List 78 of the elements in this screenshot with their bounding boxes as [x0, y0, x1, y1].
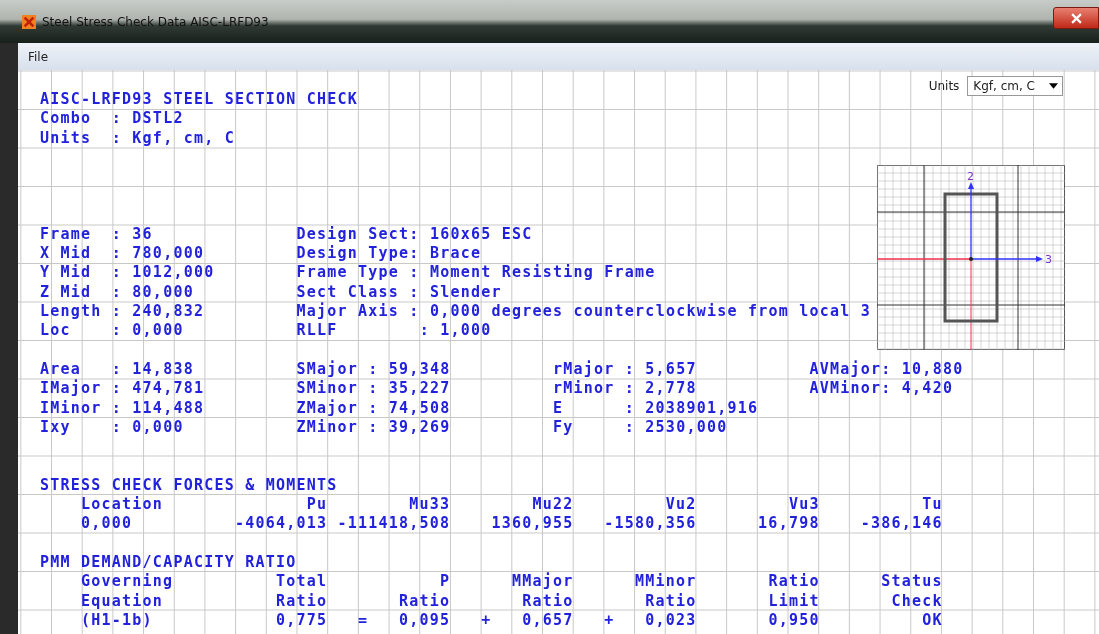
column-header: P: [440, 572, 451, 592]
column-header: Ratio: [399, 591, 451, 611]
report-field: Loc : 0,000: [40, 321, 297, 341]
caret-icon: [1049, 83, 1058, 89]
table-cell: 1360,955: [491, 514, 574, 534]
report-field: Design Type: Brace: [296, 244, 553, 264]
report-field: IMinor : 114,488: [40, 398, 297, 418]
table-cell: 0,095: [399, 610, 451, 631]
window-title: Steel Stress Check Data AISC-LRFD93: [42, 14, 269, 29]
app-icon: [22, 14, 36, 29]
operator-sign: +: [481, 610, 492, 631]
operator-sign: =: [358, 610, 369, 631]
table-cell: 0,775: [275, 610, 328, 631]
column-header: Location: [81, 495, 164, 515]
column-header: Ratio: [275, 591, 328, 611]
column-header: Vu3: [788, 495, 820, 515]
table-cell: 16,798: [758, 514, 820, 534]
column-header: Status: [881, 572, 943, 592]
table-cell: 0,023: [645, 610, 697, 631]
report-field: ZMajor : 74,508: [296, 398, 553, 418]
table-cell: 0,950: [768, 610, 820, 631]
report-field: E : 2038901,916: [553, 398, 810, 418]
units-dropdown[interactable]: Kgf, cm, C: [967, 76, 1063, 96]
close-icon: [1070, 12, 1082, 24]
report-field: Design Sect: 160x65 ESC: [296, 224, 553, 245]
column-header: Equation: [81, 591, 164, 611]
report-field: RLLF : 1,000: [296, 321, 553, 341]
report-field: Units : Kgf, cm, C: [40, 128, 235, 148]
column-header: Pu: [306, 495, 328, 515]
units-label: Units: [928, 79, 960, 93]
menu-item[interactable]: File: [28, 49, 49, 64]
table-cell: -1580,356: [604, 514, 697, 534]
report-field: Area : 14,838: [40, 359, 297, 380]
column-header: Governing: [81, 572, 174, 592]
column-header: Ratio: [522, 591, 574, 611]
report-field: Length : 240,832: [40, 302, 297, 322]
report-field: AVMinor: 4,420: [809, 379, 1066, 399]
report-field: Frame Type : Moment Resisting Frame: [296, 263, 656, 283]
table-cell: 0,000: [81, 514, 133, 534]
column-header: Mu22: [532, 495, 574, 515]
table-cell: -111418,508: [337, 514, 451, 534]
column-header: Ratio: [768, 572, 820, 592]
report-field: Ixy : 0,000: [40, 417, 297, 438]
table-cell: -386,146: [860, 514, 943, 534]
report-field: Sect Class : Slender: [296, 282, 553, 303]
section-heading: PMM DEMAND/CAPACITY RATIO: [40, 552, 297, 573]
report-field: Z Mid : 80,000: [40, 282, 297, 303]
report-field: rMinor : 2,778: [553, 379, 810, 399]
table-cell: (H1-1b): [81, 610, 153, 631]
report-field: SMajor : 59,348: [296, 359, 553, 380]
operator-sign: +: [604, 610, 615, 631]
column-header: Limit: [768, 591, 820, 611]
table-cell: 0,657: [522, 610, 574, 631]
column-header: Ratio: [645, 591, 697, 611]
section-heading: STRESS CHECK FORCES & MOMENTS: [40, 475, 338, 496]
column-header: Mu33: [409, 495, 451, 515]
column-header: Total: [275, 572, 328, 592]
report-field: ZMinor : 39,269: [296, 417, 553, 438]
report-field: Y Mid : 1012,000: [40, 263, 297, 283]
report-field: IMajor : 474,781: [40, 379, 297, 399]
close-button[interactable]: [1053, 7, 1099, 29]
report-heading: AISC-LRFD93 STEEL SECTION CHECK: [40, 90, 359, 110]
report-field: Major Axis : 0,000 degrees counterclockwise from local 3: [296, 302, 872, 322]
report-field: rMajor : 5,657: [553, 359, 810, 380]
report-field: Frame : 36: [40, 224, 297, 245]
report-field: SMinor : 35,227: [296, 379, 553, 399]
column-header: MMinor: [635, 572, 697, 592]
column-header: Check: [891, 591, 943, 611]
column-header: Vu2: [665, 495, 697, 515]
report-field: AVMajor: 10,880: [809, 359, 1066, 380]
report-field: Fy : 2530,000: [553, 417, 810, 438]
table-cell: -4064,013: [234, 514, 328, 534]
report-field: X Mid : 780,000: [40, 244, 297, 264]
column-header: Tu: [922, 495, 943, 515]
column-header: MMajor: [511, 572, 574, 592]
section-drawing: 2 3: [877, 165, 1065, 350]
report-field: Combo : DSTL2: [40, 109, 184, 129]
table-cell: OK: [922, 610, 943, 631]
